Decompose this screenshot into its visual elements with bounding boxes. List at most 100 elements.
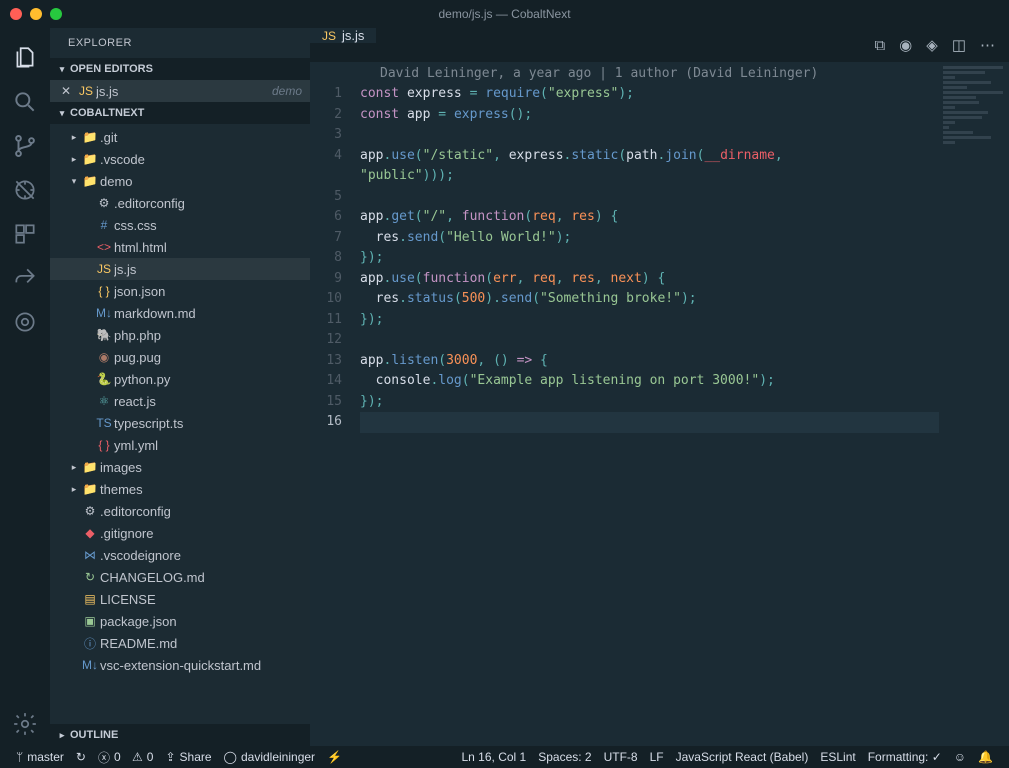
activity-settings[interactable] <box>0 702 50 746</box>
code-content: app.use(function(err, req, res, next) { <box>360 269 1009 290</box>
code-line[interactable]: 14 console.log("Example app listening on… <box>310 371 1009 392</box>
tree-item-label: themes <box>100 482 302 497</box>
tree-folder[interactable]: ▸ 📁 .git <box>50 126 310 148</box>
open-editor-label: js.js <box>96 84 266 99</box>
tree-file[interactable]: 🐍 python.py <box>50 368 310 390</box>
section-open-editors[interactable]: ▾ OPEN EDITORS <box>50 58 310 80</box>
code-line[interactable]: 1 const express = require("express"); <box>310 84 1009 105</box>
tree-file[interactable]: 🐘 php.php <box>50 324 310 346</box>
activity-liveshare[interactable] <box>0 256 50 300</box>
share-icon: ⇪ <box>165 750 175 764</box>
window-minimize-button[interactable] <box>30 8 42 20</box>
tree-file[interactable]: # css.css <box>50 214 310 236</box>
minimap[interactable] <box>943 66 1003 146</box>
status-problems[interactable]: ⓧ0 ⚠0 <box>92 749 160 766</box>
tree-file[interactable]: ⓘ README.md <box>50 632 310 654</box>
tree-folder[interactable]: ▸ 📁 themes <box>50 478 310 500</box>
status-encoding[interactable]: UTF-8 <box>598 750 644 764</box>
compare-icon[interactable]: ⧉ <box>874 37 885 54</box>
tree-file[interactable]: ◉ pug.pug <box>50 346 310 368</box>
tree-file[interactable]: ▤ LICENSE <box>50 588 310 610</box>
react-icon: ⚛ <box>94 394 114 408</box>
section-outline[interactable]: ▸ OUTLINE <box>50 724 310 746</box>
tree-file[interactable]: ⚙ .editorconfig <box>50 500 310 522</box>
tree-folder[interactable]: ▸ 📁 images <box>50 456 310 478</box>
status-lightning[interactable]: ⚡ <box>321 750 348 764</box>
chevron-down-icon: ▾ <box>54 108 70 119</box>
tree-file[interactable]: ⋈ .vscodeignore <box>50 544 310 566</box>
split-icon[interactable]: ◫ <box>952 36 966 54</box>
status-spaces[interactable]: Spaces: 2 <box>532 750 597 764</box>
tree-file[interactable]: JS js.js <box>50 258 310 280</box>
tree-file[interactable]: ⚙ .editorconfig <box>50 192 310 214</box>
code-line[interactable]: 10 res.status(500).send("Something broke… <box>310 289 1009 310</box>
code-line[interactable]: 12 <box>310 330 1009 351</box>
code-line[interactable]: 16 <box>310 412 1009 433</box>
code-area[interactable]: 1 const express = require("express"); 2 … <box>310 84 1009 746</box>
code-line[interactable]: 2 const app = express(); <box>310 105 1009 126</box>
status-notifications[interactable]: 🔔 <box>972 750 999 764</box>
window-maximize-button[interactable] <box>50 8 62 20</box>
tree-file[interactable]: { } yml.yml <box>50 434 310 456</box>
status-feedback[interactable]: ☺ <box>948 750 972 764</box>
code-line[interactable]: 3 <box>310 125 1009 146</box>
tree-file[interactable]: ◆ .gitignore <box>50 522 310 544</box>
code-line[interactable]: 7 res.send("Hello World!"); <box>310 228 1009 249</box>
status-sync[interactable]: ↻ <box>70 750 92 764</box>
status-cursor[interactable]: Ln 16, Col 1 <box>456 750 533 764</box>
activity-debug[interactable] <box>0 168 50 212</box>
activity-extensions[interactable] <box>0 212 50 256</box>
tree-folder[interactable]: ▸ 📁 .vscode <box>50 148 310 170</box>
editor-body[interactable]: David Leininger, a year ago | 1 author (… <box>310 62 1009 746</box>
tree-file[interactable]: ⚛ react.js <box>50 390 310 412</box>
tree-file[interactable]: M↓ vsc-extension-quickstart.md <box>50 654 310 676</box>
tree-file[interactable]: ↻ CHANGELOG.md <box>50 566 310 588</box>
code-line[interactable]: 8 }); <box>310 248 1009 269</box>
code-line[interactable]: 5 <box>310 187 1009 208</box>
window-close-button[interactable] <box>10 8 22 20</box>
activity-search[interactable] <box>0 80 50 124</box>
tree-item-label: yml.yml <box>114 438 302 453</box>
activity-scm[interactable] <box>0 124 50 168</box>
code-line[interactable]: 15 }); <box>310 392 1009 413</box>
tree-file[interactable]: { } json.json <box>50 280 310 302</box>
code-line[interactable]: 11 }); <box>310 310 1009 331</box>
close-icon[interactable]: ✕ <box>56 84 76 98</box>
code-line[interactable]: 4 app.use("/static", express.static(path… <box>310 146 1009 167</box>
preview-icon[interactable]: ◉ <box>899 36 912 54</box>
sidebar-title: EXPLORER <box>50 28 310 58</box>
status-branch[interactable]: ᛘmaster <box>10 750 70 764</box>
status-language[interactable]: JavaScript React (Babel) <box>670 750 815 764</box>
code-line[interactable]: "public"))); <box>310 166 1009 187</box>
line-number: 12 <box>310 330 360 351</box>
tree-item-label: typescript.ts <box>114 416 302 431</box>
tab-js.js[interactable]: JS js.js <box>310 28 376 43</box>
status-eol[interactable]: LF <box>644 750 670 764</box>
status-linter[interactable]: ESLint <box>814 750 861 764</box>
vscode-icon: ⋈ <box>80 548 100 562</box>
tree-file[interactable]: <> html.html <box>50 236 310 258</box>
chevron-down-icon: ▾ <box>54 64 70 75</box>
tree-file[interactable]: ▣ package.json <box>50 610 310 632</box>
tree-item-label: markdown.md <box>114 306 302 321</box>
section-project[interactable]: ▾ COBALTNEXT <box>50 102 310 124</box>
file-tree: ▸ 📁 .git ▸ 📁 .vscode ▾ 📁 demo ⚙ .editorc… <box>50 124 310 724</box>
tree-folder[interactable]: ▾ 📁 demo <box>50 170 310 192</box>
tree-file[interactable]: M↓ markdown.md <box>50 302 310 324</box>
status-github-user[interactable]: ◯davidleininger <box>218 750 322 764</box>
code-line[interactable]: 6 app.get("/", function(req, res) { <box>310 207 1009 228</box>
diff-icon[interactable]: ◈ <box>926 36 938 54</box>
more-icon[interactable]: ⋯ <box>980 36 995 54</box>
line-number: 7 <box>310 228 360 249</box>
files-icon <box>12 45 38 71</box>
open-editor-item[interactable]: ✕ JS js.js demo <box>50 80 310 102</box>
activity-explorer[interactable] <box>0 36 50 80</box>
status-formatting[interactable]: Formatting: ✓ <box>862 750 948 764</box>
tree-file[interactable]: TS typescript.ts <box>50 412 310 434</box>
line-number: 13 <box>310 351 360 372</box>
smiley-icon: ☺ <box>954 750 966 764</box>
activity-gitlens[interactable] <box>0 300 50 344</box>
status-share[interactable]: ⇪Share <box>159 750 217 764</box>
code-line[interactable]: 13 app.listen(3000, () => { <box>310 351 1009 372</box>
code-line[interactable]: 9 app.use(function(err, req, res, next) … <box>310 269 1009 290</box>
